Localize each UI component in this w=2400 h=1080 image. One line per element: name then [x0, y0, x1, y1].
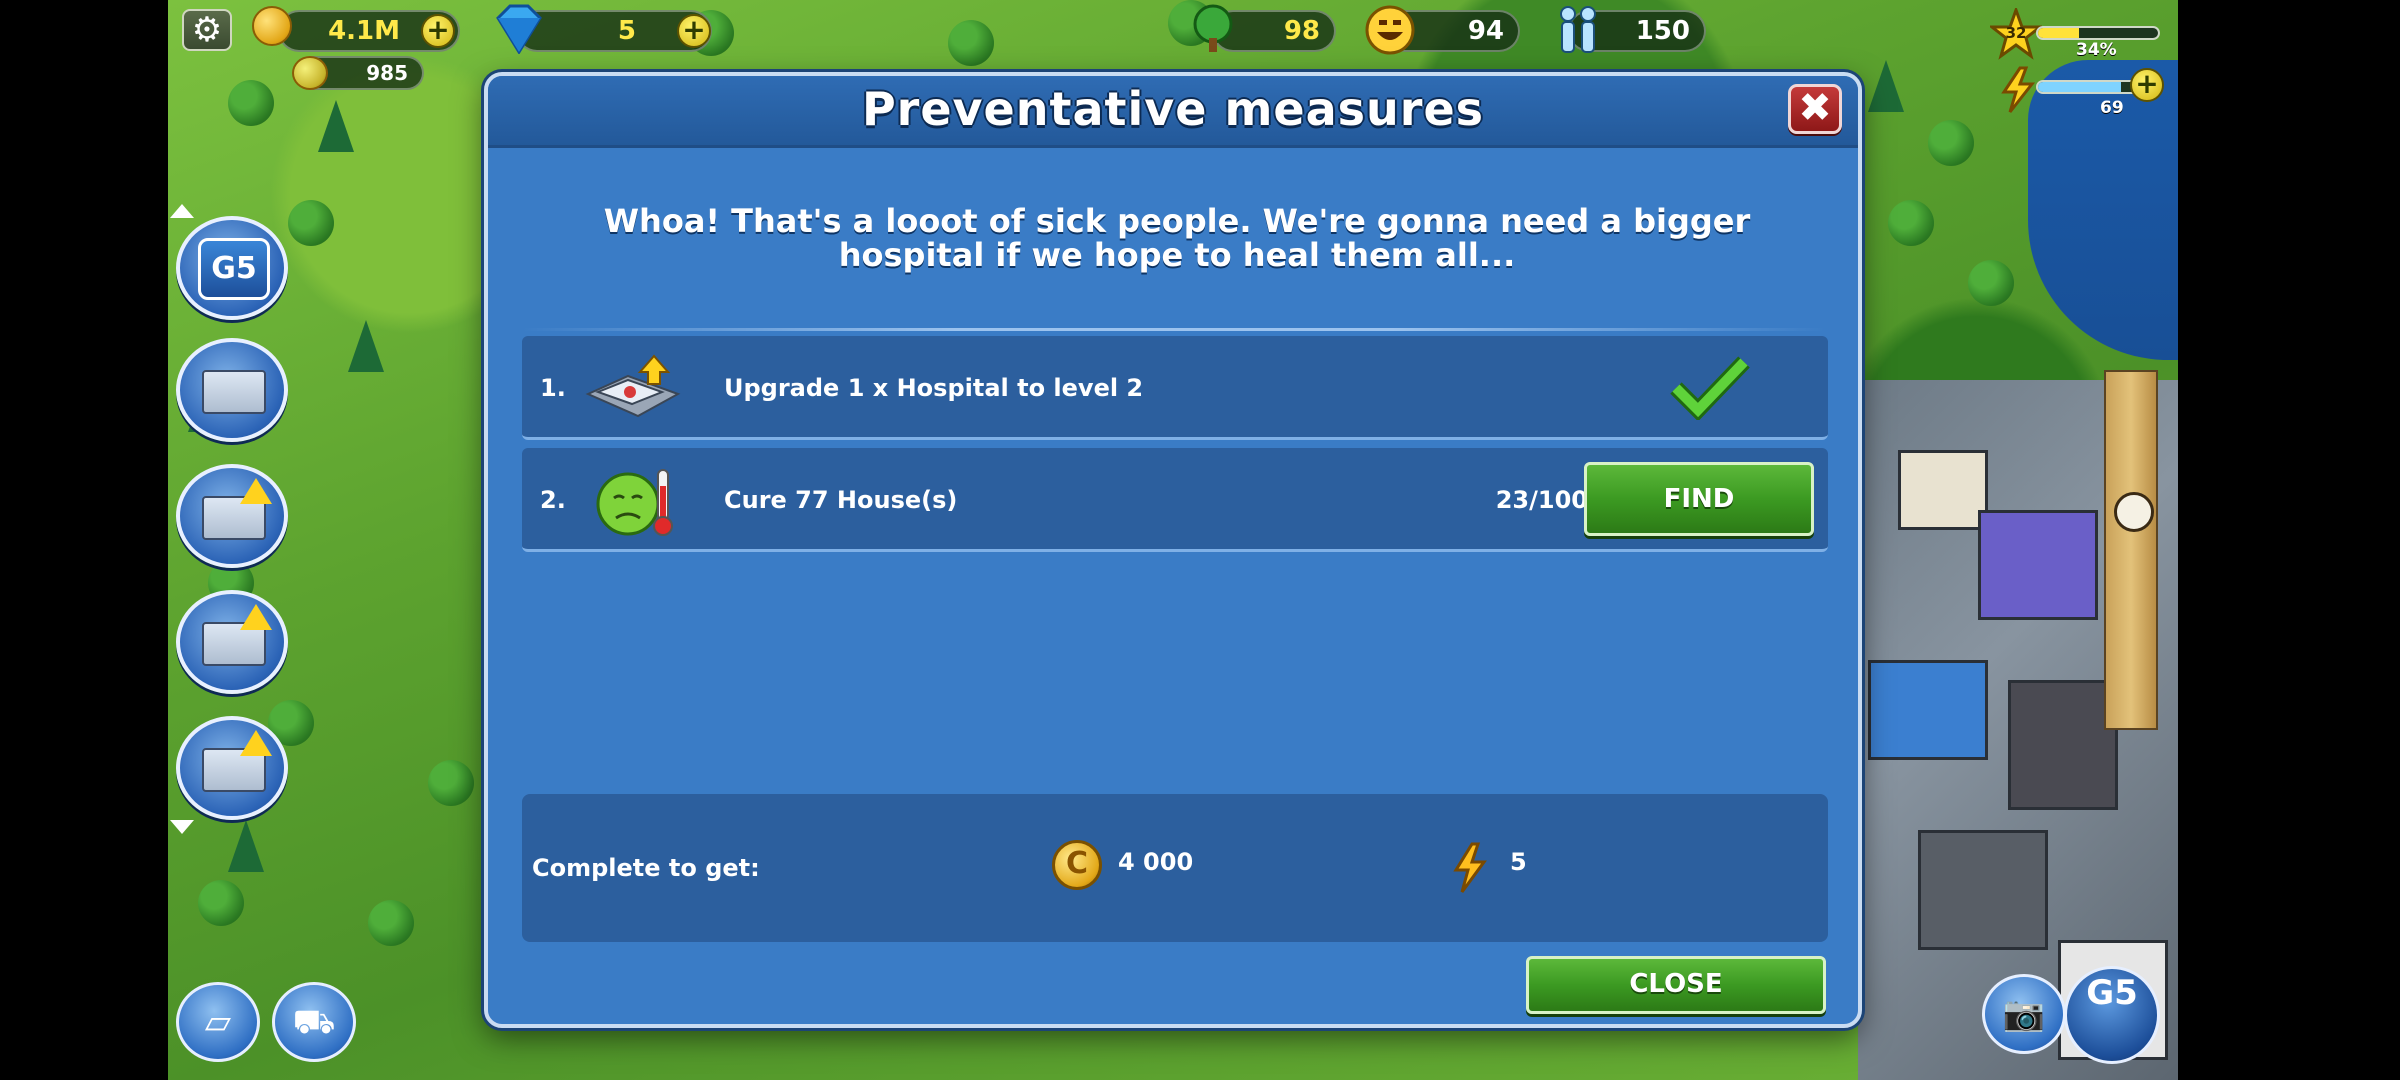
- gems-value: 5: [617, 16, 636, 46]
- task-row: 2. Cure 77 House(s) 23/100 FIND: [522, 448, 1828, 552]
- gold-bars-icon: [292, 56, 328, 90]
- tree: [948, 20, 994, 66]
- g5-logo-icon: G5: [2086, 973, 2138, 1013]
- tree: [1968, 260, 2014, 306]
- g5-logo-icon: G5: [198, 238, 270, 300]
- happy-face-icon: [1364, 4, 1416, 56]
- task-description: Upgrade 1 x Hospital to level 2: [724, 374, 1144, 402]
- pine-tree: [348, 320, 384, 372]
- task-description: Cure 77 House(s): [724, 486, 958, 514]
- task-row: 1. Upgrade 1 x Hospital to level 2: [522, 336, 1828, 440]
- coins-value: 4.1M: [328, 16, 400, 46]
- energy-bolt-icon: [2000, 66, 2036, 114]
- more-games-button[interactable]: G5: [2064, 966, 2160, 1064]
- checkmark-icon: [1668, 354, 1752, 422]
- tree: [1928, 120, 1974, 166]
- population-icon: [1552, 4, 1604, 56]
- pine-tree: [318, 100, 354, 152]
- reward-label: Complete to get:: [532, 854, 760, 882]
- task-number: 2.: [540, 486, 566, 514]
- bulldozer-button[interactable]: ⛟: [272, 982, 356, 1062]
- level-number: 32: [2005, 24, 2027, 42]
- quest-description: Whoa! That's a looot of sick people. We'…: [603, 202, 1751, 274]
- add-coins-button[interactable]: +: [421, 14, 455, 48]
- g5-games-button[interactable]: G5: [176, 216, 288, 320]
- upgrade-arrow-icon: [240, 604, 272, 630]
- clock-tower[interactable]: [2104, 370, 2158, 730]
- divider: [522, 328, 1826, 331]
- upgrade-hospital-button[interactable]: [176, 590, 288, 694]
- energy-value: 69: [2100, 98, 2124, 118]
- hospital-icon: [582, 354, 684, 424]
- energy-bar-fill: [2038, 82, 2121, 92]
- reward-energy-amount: 5: [1510, 848, 1527, 876]
- building-shortcut-button[interactable]: [176, 338, 288, 442]
- building[interactable]: [2008, 680, 2118, 810]
- tree: [198, 880, 244, 926]
- gold-value: 985: [366, 61, 408, 85]
- house-icon: [202, 370, 266, 414]
- road-tool-button[interactable]: ▱: [176, 982, 260, 1062]
- scroll-up-icon[interactable]: [170, 204, 194, 218]
- add-energy-button[interactable]: +: [2130, 68, 2164, 102]
- building[interactable]: [1918, 830, 2048, 950]
- upgrade-arrow-icon: [240, 730, 272, 756]
- close-x-button[interactable]: ✖: [1788, 84, 1842, 134]
- task-progress: 23/100: [1495, 486, 1588, 514]
- upgrade-house-button[interactable]: [176, 464, 288, 568]
- tree: [428, 760, 474, 806]
- xp-percent: 34%: [2076, 40, 2117, 60]
- quest-dialog: Preventative measures ✖ Whoa! That's a l…: [484, 72, 1862, 1028]
- xp-bar: [2036, 26, 2160, 40]
- find-button[interactable]: FIND: [1584, 462, 1814, 536]
- upgrade-service-button[interactable]: [176, 716, 288, 820]
- dialog-title: Preventative measures: [861, 82, 1485, 136]
- eco-value: 98: [1283, 16, 1320, 46]
- tree: [1888, 200, 1934, 246]
- task-number: 1.: [540, 374, 566, 402]
- energy-bolt-icon: [1452, 842, 1488, 894]
- coin-icon: C: [1052, 840, 1102, 890]
- sick-face-icon: [596, 466, 674, 538]
- diamond-icon: [490, 4, 548, 55]
- coin-stack-icon: [252, 6, 292, 46]
- close-button[interactable]: CLOSE: [1526, 956, 1826, 1014]
- building[interactable]: [1978, 510, 2098, 620]
- xp-bar-fill: [2038, 28, 2079, 38]
- reward-coin-amount: 4 000: [1118, 848, 1194, 876]
- tree: [288, 200, 334, 246]
- camera-button[interactable]: 📷: [1982, 974, 2066, 1054]
- pine-tree: [1868, 60, 1904, 112]
- dialog-header: Preventative measures ✖: [488, 76, 1858, 148]
- tree: [368, 900, 414, 946]
- settings-gear-icon[interactable]: ⚙: [182, 9, 232, 51]
- tree: [228, 80, 274, 126]
- building[interactable]: [1898, 450, 1988, 530]
- building[interactable]: [1868, 660, 1988, 760]
- happiness-value: 94: [1467, 16, 1504, 46]
- pine-tree: [228, 820, 264, 872]
- reward-panel: Complete to get: C 4 000 5: [522, 794, 1828, 942]
- tree-eco-icon: [1190, 4, 1236, 54]
- add-gems-button[interactable]: +: [677, 14, 711, 48]
- population-value: 150: [1635, 16, 1690, 46]
- upgrade-arrow-icon: [240, 478, 272, 504]
- scroll-down-icon[interactable]: [170, 820, 194, 834]
